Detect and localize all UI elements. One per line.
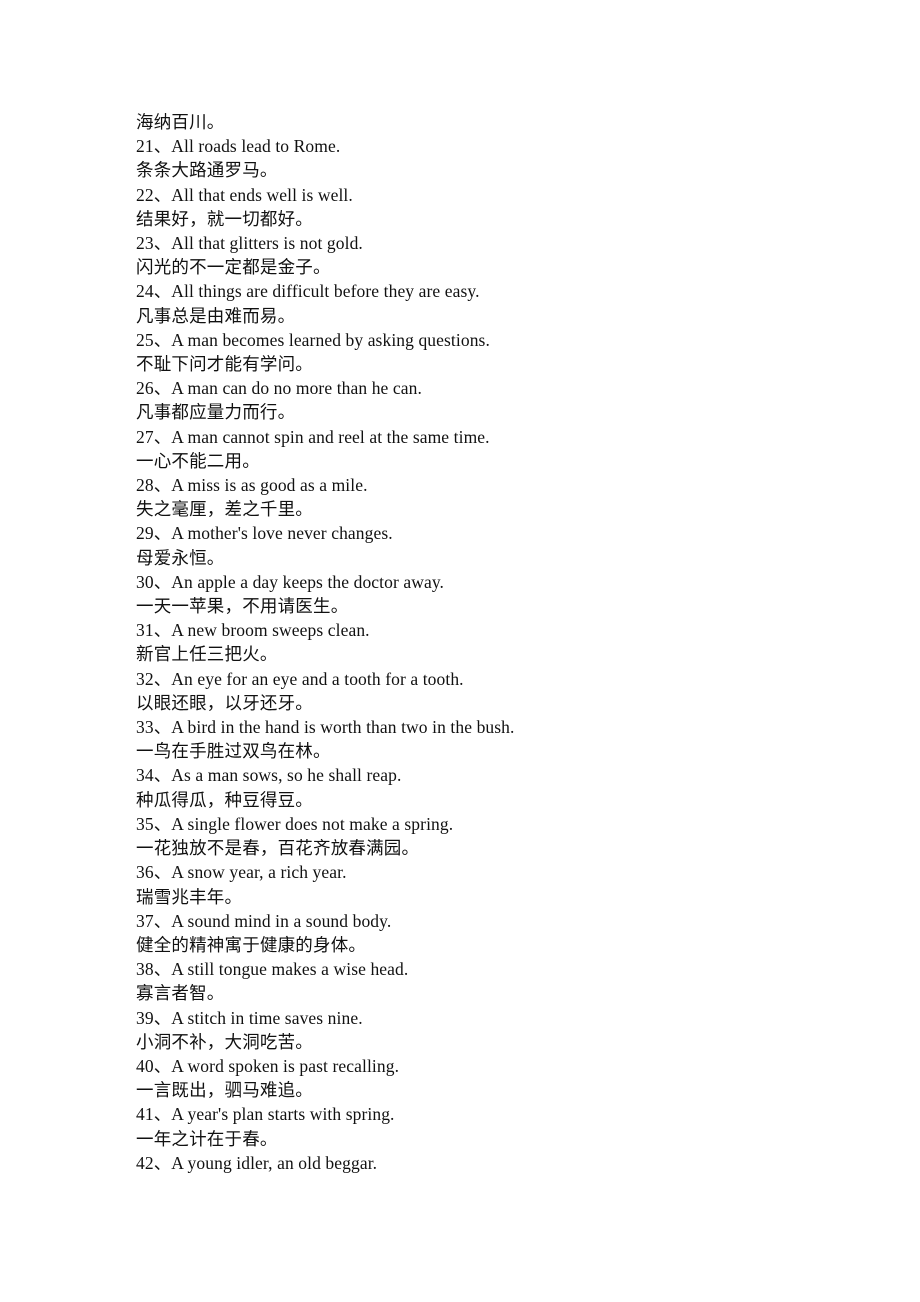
proverb-line-chinese: 失之毫厘，差之千里。 <box>136 499 313 520</box>
proverb-line-chinese: 一言既出，驷马难追。 <box>136 1080 313 1101</box>
proverb-line-english: 23、All that glitters is not gold. <box>136 233 363 254</box>
proverb-line-chinese: 不耻下问才能有学问。 <box>136 354 313 375</box>
proverb-line-chinese: 以眼还眼，以牙还牙。 <box>136 692 313 713</box>
proverb-line-chinese: 一心不能二用。 <box>136 450 260 471</box>
proverb-line-chinese: 闪光的不一定都是金子。 <box>136 257 331 278</box>
proverb-line-english: 24、All things are difficult before they … <box>136 281 480 302</box>
proverb-line-chinese: 一鸟在手胜过双鸟在林。 <box>136 741 331 762</box>
proverb-line-chinese: 结果好，就一切都好。 <box>136 208 313 229</box>
proverb-line-english: 31、A new broom sweeps clean. <box>136 620 370 641</box>
proverb-line-chinese: 条条大路通罗马。 <box>136 160 278 181</box>
proverb-line-chinese: 寡言者智。 <box>136 983 225 1004</box>
proverb-line-english: 26、A man can do no more than he can. <box>136 378 422 399</box>
proverb-line-chinese: 健全的精神寓于健康的身体。 <box>136 934 367 955</box>
proverb-line-english: 27、A man cannot spin and reel at the sam… <box>136 426 490 447</box>
document-text-body: 海纳百川。 21、All roads lead to Rome. 条条大路通罗马。 2… <box>136 110 816 1175</box>
proverb-line-english: 37、A sound mind in a sound body. <box>136 910 392 931</box>
proverb-line-chinese: 瑞雪兆丰年。 <box>136 886 243 907</box>
proverb-line-english: 35、A single flower does not make a sprin… <box>136 813 454 834</box>
proverb-line-chinese: 一花独放不是春，百花齐放春满园。 <box>136 838 420 859</box>
proverb-line-chinese: 一年之计在于春。 <box>136 1128 278 1149</box>
proverb-line-english: 34、As a man sows, so he shall reap. <box>136 765 402 786</box>
proverb-line-chinese: 海纳百川。 <box>136 112 225 132</box>
proverb-line-english: 30、An apple a day keeps the doctor away. <box>136 571 445 592</box>
proverb-line-english: 32、An eye for an eye and a tooth for a t… <box>136 668 464 689</box>
proverb-line-chinese: 一天一苹果，不用请医生。 <box>136 596 349 617</box>
proverb-line-english: 21、All roads lead to Rome. <box>136 136 341 157</box>
proverb-line-english: 41、A year's plan starts with spring. <box>136 1104 395 1125</box>
proverb-line-chinese: 新官上任三把火。 <box>136 644 278 665</box>
proverb-line-english: 42、A young idler, an old beggar. <box>136 1152 378 1173</box>
proverb-line-english: 29、A mother's love never changes. <box>136 523 393 544</box>
proverb-line-chinese: 凡事都应量力而行。 <box>136 402 296 423</box>
proverb-line-english: 33、A bird in the hand is worth than two … <box>136 717 515 738</box>
proverb-line-chinese: 种瓜得瓜，种豆得豆。 <box>136 789 313 810</box>
proverb-line-chinese: 小洞不补，大洞吃苦。 <box>136 1031 313 1052</box>
proverb-line-chinese: 凡事总是由难而易。 <box>136 305 296 326</box>
proverb-line-english: 40、A word spoken is past recalling. <box>136 1055 400 1076</box>
proverb-line-chinese: 母爱永恒。 <box>136 547 225 568</box>
proverb-line-english: 22、All that ends well is well. <box>136 184 353 205</box>
proverb-line-english: 39、A stitch in time saves nine. <box>136 1007 363 1028</box>
document-page: 海纳百川。 21、All roads lead to Rome. 条条大路通罗马。 2… <box>0 0 920 1302</box>
proverb-line-english: 38、A still tongue makes a wise head. <box>136 959 409 980</box>
proverb-line-english: 28、A miss is as good as a mile. <box>136 475 368 496</box>
proverb-line-english: 36、A snow year, a rich year. <box>136 862 347 883</box>
proverb-line-english: 25、A man becomes learned by asking quest… <box>136 329 490 350</box>
